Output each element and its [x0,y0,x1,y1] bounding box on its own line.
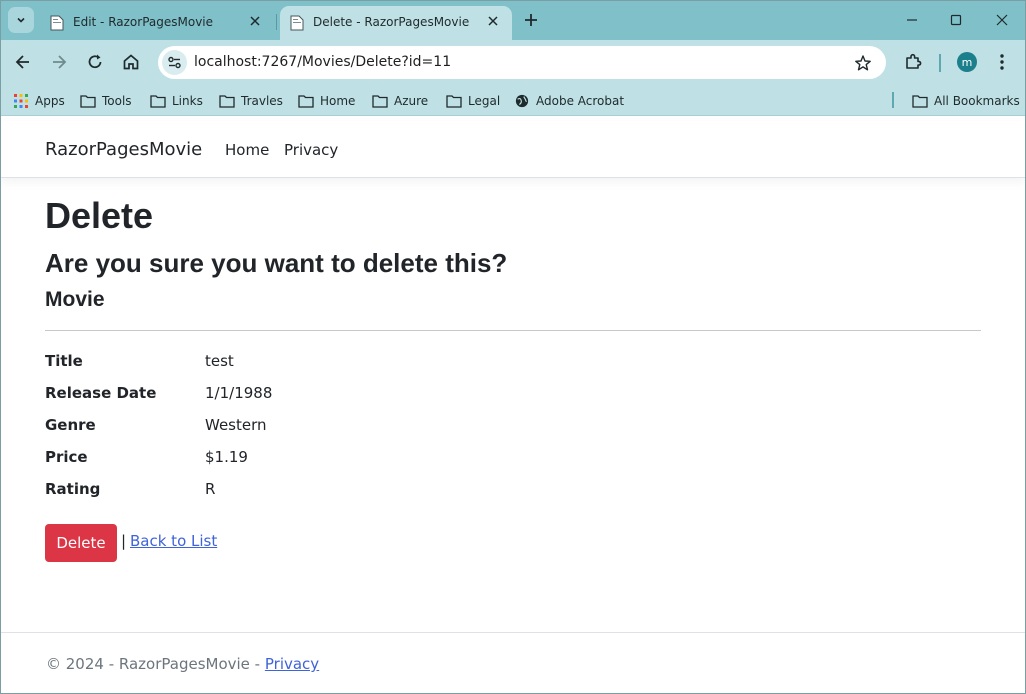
bookmark-home[interactable]: Home [298,92,355,110]
detail-row-rating: Rating R [45,480,945,504]
page-content: RazorPagesMovie Home Privacy Delete Are … [0,121,1026,694]
detail-value: 1/1/1988 [205,384,273,402]
bookmark-label: Home [320,94,356,108]
home-icon[interactable] [121,52,141,72]
folder-icon [446,95,462,108]
bookmark-tools[interactable]: Tools [80,92,132,110]
tab-title: Edit - RazorPagesMovie [73,15,214,29]
address-bar[interactable]: localhost:7267/Movies/Delete?id=11 [158,46,886,79]
detail-row-title: Title test [45,352,945,376]
detail-value: Western [205,416,267,434]
detail-value: $1.19 [205,448,248,466]
minimize-icon[interactable] [904,12,920,28]
bookmark-apps[interactable]: Apps [13,92,65,110]
page-icon [290,15,304,31]
folder-icon [298,95,314,108]
tune-icon [168,56,181,69]
tab-strip: Edit - RazorPagesMovie Delete - RazorPag… [0,0,1026,40]
site-navbar: RazorPagesMovie Home Privacy [0,121,1026,178]
url-text: localhost:7267/Movies/Delete?id=11 [194,54,452,70]
entity-heading: Movie [45,288,105,311]
folder-icon [80,95,96,108]
extensions-icon[interactable] [903,52,923,72]
copyright-text: © 2024 - RazorPagesMovie - [46,655,265,673]
tab-edit[interactable]: Edit - RazorPagesMovie [40,6,274,40]
all-bookmarks-label: All Bookmarks [934,94,1020,108]
apps-grid-icon [14,94,28,108]
close-icon[interactable] [248,14,262,28]
link-separator: | [121,532,127,550]
close-icon[interactable] [486,14,500,28]
folder-icon [912,95,928,108]
detail-row-genre: Genre Western [45,416,945,440]
all-bookmarks[interactable]: All Bookmarks [912,92,1020,110]
more-vert-icon[interactable] [994,52,1010,72]
bookmark-links[interactable]: Links [150,92,203,110]
back-to-list-link[interactable]: Back to List [130,532,217,550]
folder-icon [150,95,166,108]
footer-text: © 2024 - RazorPagesMovie - Privacy [46,655,319,673]
detail-value: R [205,480,216,498]
bookmark-label: Tools [102,94,132,108]
detail-label: Rating [45,480,101,498]
bookmark-star-icon[interactable] [854,54,872,72]
reload-icon[interactable] [85,52,105,72]
bookmark-legal[interactable]: Legal [446,92,500,110]
page-icon [50,15,64,31]
page-title: Delete [45,195,154,236]
confirm-question: Are you sure you want to delete this? [45,248,508,278]
detail-label: Release Date [45,384,157,402]
detail-value: test [205,352,234,370]
footer-privacy-link[interactable]: Privacy [265,655,319,673]
back-arrow-icon[interactable] [13,52,33,72]
bookmark-azure[interactable]: Azure [372,92,428,110]
globe-icon [515,94,529,108]
site-footer: © 2024 - RazorPagesMovie - Privacy [0,632,1026,694]
forward-arrow-icon[interactable] [49,52,69,72]
site-info-button[interactable] [162,50,187,75]
site-brand[interactable]: RazorPagesMovie [45,139,202,160]
nav-home[interactable]: Home [225,141,269,159]
tab-title: Delete - RazorPagesMovie [313,15,470,29]
detail-row-release-date: Release Date 1/1/1988 [45,384,945,408]
bookmark-travles[interactable]: Travles [219,92,283,110]
bookmarks-bar: Apps Tools Links Travles Home Azure Lega… [0,86,1026,116]
bookmark-adobe-acrobat[interactable]: Adobe Acrobat [514,92,624,110]
toolbar-divider [939,54,941,72]
nav-privacy[interactable]: Privacy [284,141,338,159]
bookmark-label: Apps [35,94,65,108]
tab-separator [276,14,277,30]
delete-button[interactable]: Delete [45,524,117,562]
browser-toolbar: localhost:7267/Movies/Delete?id=11 m [0,40,1026,86]
tab-search-button[interactable] [8,7,34,33]
bookmark-label: Links [172,94,203,108]
folder-icon [219,95,235,108]
detail-label: Genre [45,416,96,434]
bookmark-label: Travles [241,94,283,108]
divider [45,330,981,331]
profile-initial: m [961,55,973,69]
bookmark-label: Adobe Acrobat [536,94,625,108]
bookmark-label: Legal [468,94,501,108]
bookmark-label: Azure [394,94,429,108]
detail-label: Price [45,448,88,466]
folder-icon [372,95,388,108]
tab-delete[interactable]: Delete - RazorPagesMovie [280,6,512,40]
maximize-icon[interactable] [948,12,964,28]
window-close-icon[interactable] [994,12,1010,28]
chevron-down-icon [17,17,25,23]
detail-row-price: Price $1.19 [45,448,945,472]
detail-label: Title [45,352,83,370]
profile-avatar[interactable]: m [957,52,977,72]
new-tab-icon[interactable] [522,11,540,29]
bookmarks-divider [892,92,894,108]
